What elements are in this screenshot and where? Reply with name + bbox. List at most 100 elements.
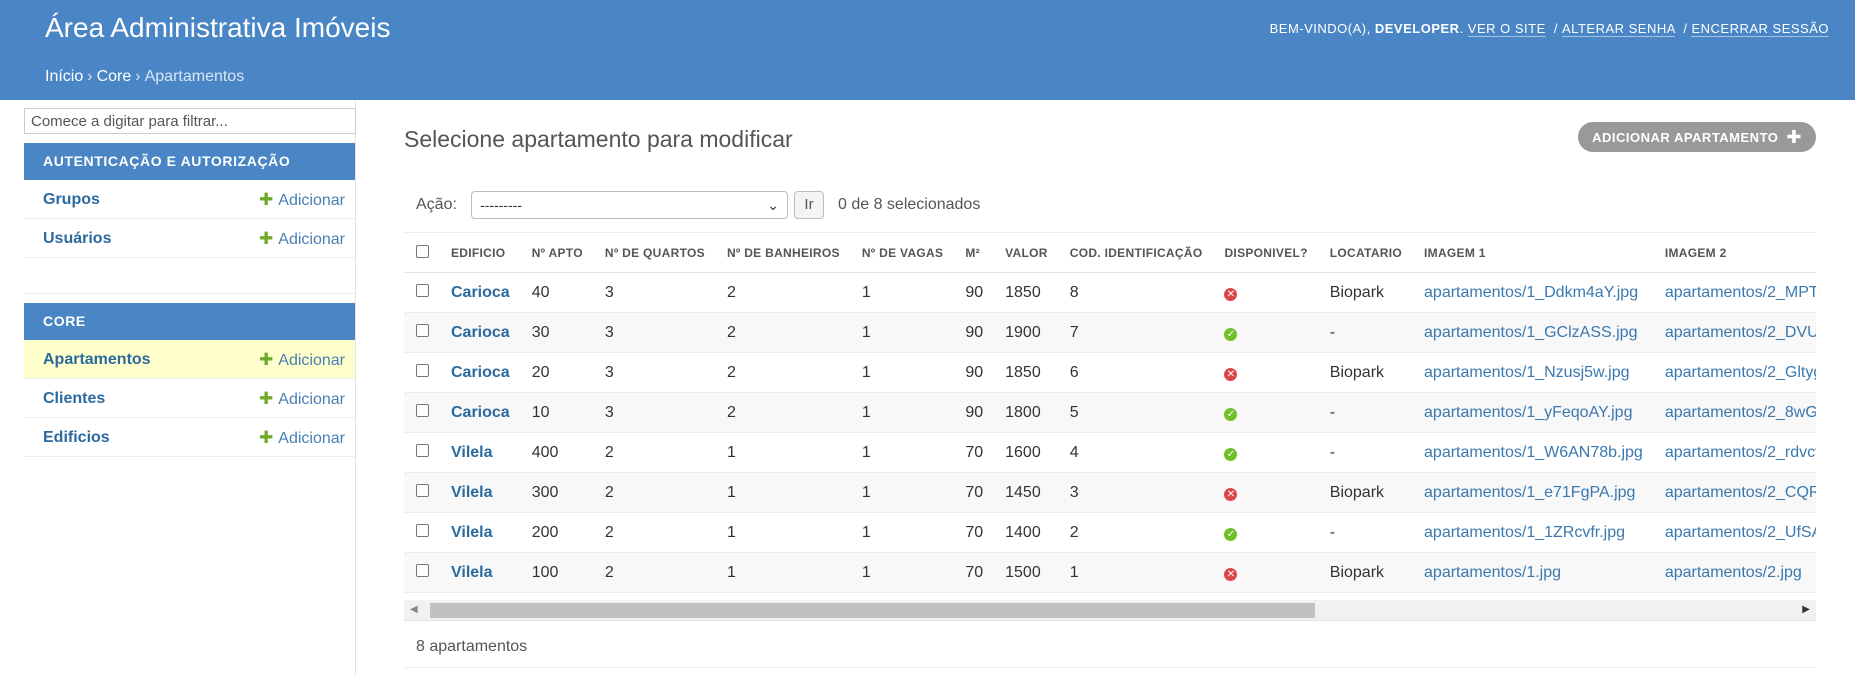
image-link[interactable]: apartamentos/1_Ddkm4aY.jpg bbox=[1424, 284, 1638, 301]
action-select[interactable]: --------- ⌄ bbox=[471, 191, 788, 219]
image-link[interactable]: apartamentos/2_MPTe bbox=[1665, 284, 1816, 301]
column-locatario-cell: - bbox=[1318, 392, 1414, 433]
edificio-link[interactable]: Vilela bbox=[451, 524, 493, 541]
image-link[interactable]: apartamentos/2_UfSA bbox=[1665, 524, 1816, 541]
table-row: Vilela 100 2 1 1 70 1500 1 ✕ Biopark apartamentos/… bbox=[404, 552, 1816, 593]
site-title[interactable]: Área Administrativa Imóveis bbox=[45, 12, 390, 44]
scrollbar-thumb[interactable] bbox=[430, 603, 1315, 618]
column-locatario-header[interactable]: Locatario bbox=[1318, 232, 1414, 273]
scroll-left-arrow-icon[interactable]: ◀ bbox=[410, 604, 418, 615]
clientes-link[interactable]: Clientes bbox=[43, 390, 105, 407]
row-checkbox[interactable] bbox=[416, 483, 429, 497]
column-quartos-cell: 2 bbox=[593, 472, 716, 513]
column-vagas-cell: 1 bbox=[850, 552, 955, 593]
select-all-checkbox[interactable] bbox=[416, 244, 429, 258]
column-disponivel-cell: ✕ bbox=[1213, 472, 1319, 513]
column-cod-cell: 6 bbox=[1058, 352, 1214, 393]
image-link[interactable]: apartamentos/1_GClzASS.jpg bbox=[1424, 324, 1637, 341]
image-link[interactable]: apartamentos/1_Nzusj5w.jpg bbox=[1424, 364, 1629, 381]
add-apartamento-button[interactable]: Adicionar Apartamento ✚ bbox=[1578, 122, 1816, 152]
column-quartos-cell: 2 bbox=[593, 512, 716, 553]
edificio-link[interactable]: Vilela bbox=[451, 484, 493, 501]
column-disponivel-header[interactable]: Disponivel? bbox=[1213, 232, 1319, 273]
image-link[interactable]: apartamentos/2.jpg bbox=[1665, 564, 1802, 581]
breadcrumb-home[interactable]: Início bbox=[45, 68, 83, 85]
header: Área Administrativa Imóveis Bem-vindo(a)… bbox=[0, 0, 1855, 100]
view-site-link[interactable]: Ver o site bbox=[1467, 21, 1546, 37]
edificio-link[interactable]: Vilela bbox=[451, 564, 493, 581]
scroll-right-arrow-icon[interactable]: ▶ bbox=[1802, 604, 1810, 615]
column-m2-header[interactable]: M² bbox=[954, 232, 995, 273]
row-checkbox[interactable] bbox=[416, 403, 429, 417]
image-link[interactable]: apartamentos/1_yFeqoAY.jpg bbox=[1424, 404, 1632, 421]
column-imagem2-header[interactable]: Imagem 2 bbox=[1653, 232, 1816, 273]
breadcrumb: Início › Core › Apartamentos bbox=[45, 68, 244, 86]
edificios-link[interactable]: Edificios bbox=[43, 429, 110, 446]
column-vagas-header[interactable]: Nº de Vagas bbox=[850, 232, 955, 273]
row-checkbox[interactable] bbox=[416, 363, 429, 377]
column-cod-header[interactable]: Cod. Identificação bbox=[1058, 232, 1214, 273]
module-caption[interactable]: Core bbox=[24, 303, 355, 340]
horizontal-scrollbar[interactable]: ◀ ▶ bbox=[404, 600, 1816, 621]
edificio-link[interactable]: Carioca bbox=[451, 404, 510, 421]
column-quartos-header[interactable]: Nº de Quartos bbox=[593, 232, 716, 273]
row-checkbox[interactable] bbox=[416, 443, 429, 457]
image-link[interactable]: apartamentos/1_1ZRcvfr.jpg bbox=[1424, 524, 1625, 541]
image-link[interactable]: apartamentos/2_Gltyg bbox=[1665, 364, 1816, 381]
column-apto-cell: 300 bbox=[520, 472, 594, 513]
column-imagem1-cell: apartamentos/1_Nzusj5w.jpg bbox=[1413, 352, 1654, 393]
image-link[interactable]: apartamentos/1_e71FgPA.jpg bbox=[1424, 484, 1635, 501]
edificio-link[interactable]: Carioca bbox=[451, 284, 510, 301]
column-vagas-cell: 1 bbox=[850, 272, 955, 313]
column-edificio-header[interactable]: Edificio bbox=[440, 232, 521, 273]
breadcrumb-arrow: › bbox=[135, 68, 141, 85]
usuarios-link[interactable]: Usuários bbox=[43, 230, 111, 247]
row-checkbox[interactable] bbox=[416, 523, 429, 537]
column-imagem2-cell: apartamentos/2_MPTe bbox=[1653, 272, 1816, 313]
image-link[interactable]: apartamentos/2_8wG bbox=[1665, 404, 1816, 421]
breadcrumb-core[interactable]: Core bbox=[97, 68, 132, 85]
nav-filter-input[interactable] bbox=[24, 108, 356, 134]
column-banheiros-header[interactable]: Nº de Banheiros bbox=[715, 232, 851, 273]
column-apto-cell: 100 bbox=[520, 552, 594, 593]
row-checkbox[interactable] bbox=[416, 323, 429, 337]
column-apto-header[interactable]: Nº Apto bbox=[520, 232, 594, 273]
table-row: Carioca 40 3 2 1 90 1850 8 ✕ Biopark apartamentos/… bbox=[404, 272, 1816, 313]
go-button[interactable]: Ir bbox=[794, 191, 824, 219]
column-valor-cell: 1500 bbox=[994, 552, 1059, 593]
image-link[interactable]: apartamentos/1.jpg bbox=[1424, 564, 1561, 581]
available-icon: ✓ bbox=[1224, 407, 1238, 421]
table-row: Vilela 200 2 1 1 70 1400 2 ✓ - apartamentos/1_1ZRc… bbox=[404, 512, 1816, 553]
column-m2-cell: 90 bbox=[954, 352, 995, 393]
add-usuario-link[interactable]: ✚ Adicionar bbox=[259, 219, 345, 259]
module-core: Core Apartamentos ✚ Adicionar Clientes ✚ A… bbox=[24, 303, 355, 457]
add-cliente-link[interactable]: ✚ Adicionar bbox=[259, 379, 345, 419]
column-banheiros-cell: 2 bbox=[715, 352, 851, 393]
add-grupo-link[interactable]: ✚ Adicionar bbox=[259, 180, 345, 220]
column-imagem1-header[interactable]: Imagem 1 bbox=[1413, 232, 1654, 273]
row-checkbox[interactable] bbox=[416, 563, 429, 577]
change-password-link[interactable]: Alterar senha bbox=[1562, 21, 1676, 37]
apartamentos-link[interactable]: Apartamentos bbox=[43, 351, 151, 368]
column-edificio-cell: Carioca bbox=[440, 312, 521, 353]
image-link[interactable]: apartamentos/2_CQRI bbox=[1665, 484, 1816, 501]
image-link[interactable]: apartamentos/2_DVUX bbox=[1665, 324, 1816, 341]
row-checkbox[interactable] bbox=[416, 283, 429, 297]
logout-link[interactable]: Encerrar sessão bbox=[1691, 21, 1829, 37]
column-imagem2-cell: apartamentos/2_UfSA bbox=[1653, 512, 1816, 553]
column-banheiros-cell: 1 bbox=[715, 552, 851, 593]
add-edificio-link[interactable]: ✚ Adicionar bbox=[259, 418, 345, 458]
image-link[interactable]: apartamentos/2_rdvcv bbox=[1665, 444, 1816, 461]
edificio-link[interactable]: Carioca bbox=[451, 364, 510, 381]
edificio-link[interactable]: Vilela bbox=[451, 444, 493, 461]
column-vagas-cell: 1 bbox=[850, 512, 955, 553]
module-caption[interactable]: Autenticação e Autorização bbox=[24, 143, 355, 180]
column-locatario-cell: - bbox=[1318, 312, 1414, 353]
add-apartamento-link[interactable]: ✚ Adicionar bbox=[259, 340, 345, 380]
grupos-link[interactable]: Grupos bbox=[43, 191, 100, 208]
column-m2-cell: 70 bbox=[954, 512, 995, 553]
column-cod-cell: 8 bbox=[1058, 272, 1214, 313]
edificio-link[interactable]: Carioca bbox=[451, 324, 510, 341]
image-link[interactable]: apartamentos/1_W6AN78b.jpg bbox=[1424, 444, 1643, 461]
column-valor-header[interactable]: Valor bbox=[994, 232, 1059, 273]
